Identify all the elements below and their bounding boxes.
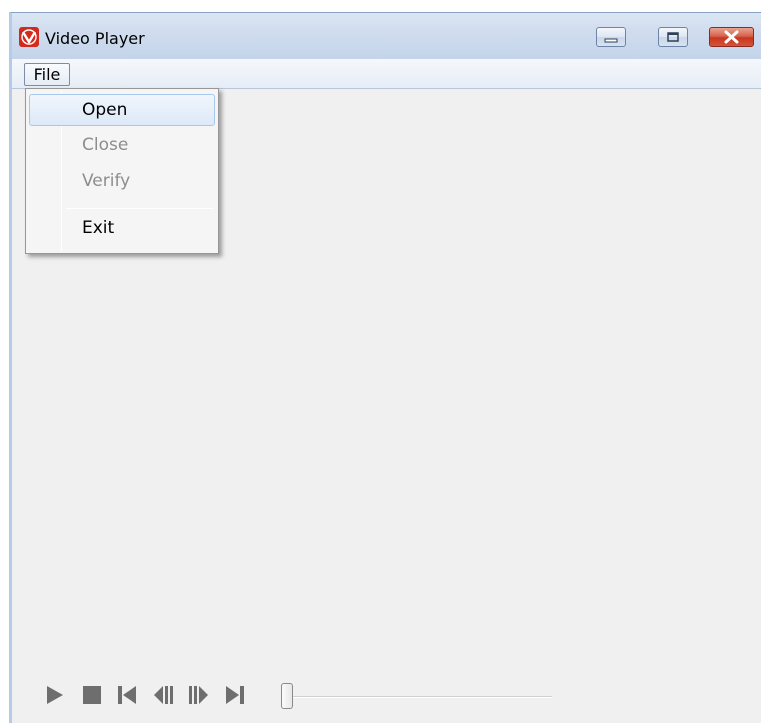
window-title: Video Player: [45, 29, 145, 48]
file-menu-dropdown: Open Close Verify Exit: [25, 88, 219, 254]
minimize-button[interactable]: [596, 27, 626, 47]
app-logo-icon: [19, 27, 39, 47]
menu-item-open[interactable]: Open: [29, 94, 215, 126]
title-bar[interactable]: Video Player: [12, 13, 761, 59]
skip-to-end-icon[interactable]: [224, 684, 246, 706]
step-back-icon[interactable]: [152, 684, 174, 706]
video-player-window: Video Player File Open Close Verify Exit: [9, 12, 761, 723]
menu-bar: File: [12, 59, 761, 89]
playback-controls: [12, 678, 572, 718]
step-forward-icon[interactable]: [188, 684, 210, 706]
close-window-button[interactable]: [709, 27, 754, 47]
restore-icon: [667, 32, 679, 42]
menu-item-close[interactable]: Close: [29, 130, 215, 162]
minimize-icon: [604, 38, 618, 43]
seek-slider-track[interactable]: [282, 696, 552, 698]
close-icon: [724, 30, 739, 44]
skip-to-start-icon[interactable]: [116, 684, 138, 706]
menu-separator: [66, 208, 213, 209]
seek-slider-thumb[interactable]: [281, 683, 293, 709]
stop-icon[interactable]: [81, 684, 103, 706]
play-icon[interactable]: [44, 684, 66, 706]
menu-item-exit[interactable]: Exit: [29, 213, 215, 245]
menu-file[interactable]: File: [24, 63, 70, 86]
menu-item-verify[interactable]: Verify: [29, 166, 215, 198]
maximize-button[interactable]: [658, 27, 688, 47]
